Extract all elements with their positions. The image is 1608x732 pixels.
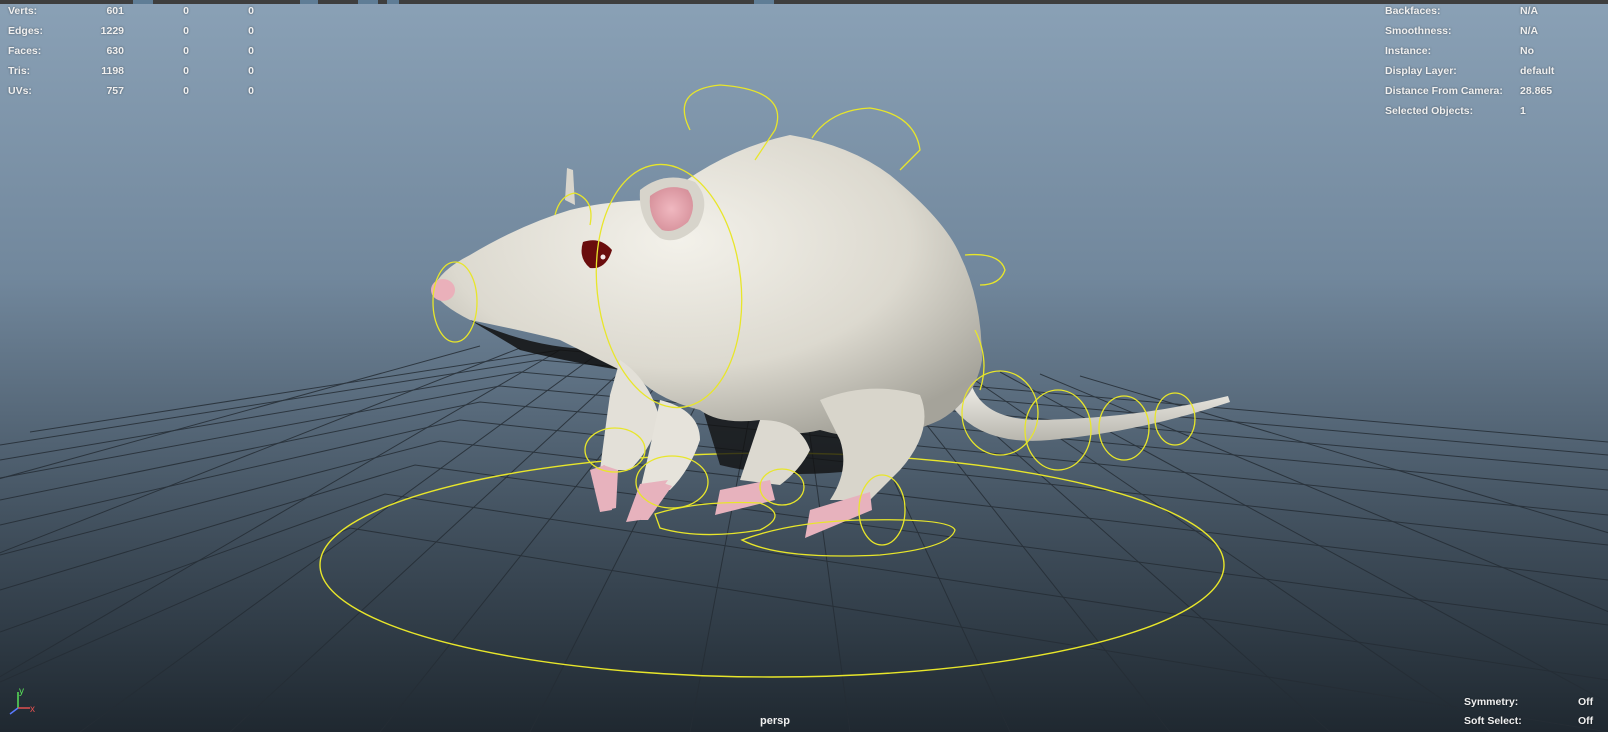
- hud-edges-selected: 0: [183, 25, 189, 37]
- hud-uvs-selected: 0: [183, 85, 189, 97]
- hud-instance-label: Instance:: [1385, 45, 1432, 57]
- hud-display-layer-value: default: [1520, 65, 1555, 77]
- hud-display-layer-label: Display Layer:: [1385, 65, 1457, 77]
- symmetry-label: Symmetry:: [1464, 696, 1519, 708]
- hud-smoothness-label: Smoothness:: [1385, 25, 1452, 37]
- axis-gizmo: y x: [9, 686, 35, 715]
- 3d-scene[interactable]: [0, 0, 1608, 732]
- hud-tris-selected: 0: [183, 65, 189, 77]
- hud-backfaces-label: Backfaces:: [1385, 5, 1441, 17]
- hud-tris-label: Tris:: [8, 65, 31, 77]
- hud-faces-selected: 0: [183, 45, 189, 57]
- viewport-persp[interactable]: Verts: 601 0 0 Edges: 1229 0 0 Faces: 63…: [0, 0, 1608, 732]
- hud-faces-uv: 0: [248, 45, 254, 57]
- hud-selected-objects-value: 1: [1520, 105, 1526, 117]
- hud-edges-value: 1229: [100, 25, 124, 37]
- hud-verts-label: Verts:: [8, 5, 38, 17]
- hud-verts-uv: 0: [248, 5, 254, 17]
- hud-edges-label: Edges:: [8, 25, 44, 37]
- hud-edges-uv: 0: [248, 25, 254, 37]
- axis-y-label: y: [19, 686, 24, 697]
- hud-instance-value: No: [1520, 45, 1534, 57]
- soft-select-label: Soft Select:: [1464, 715, 1522, 727]
- hud-tris-value: 1198: [101, 65, 124, 77]
- hud-uvs-label: UVs:: [8, 85, 32, 97]
- axis-x-label: x: [30, 704, 35, 715]
- hud-backfaces-value: N/A: [1520, 5, 1539, 17]
- hud-smoothness-value: N/A: [1520, 25, 1539, 37]
- camera-name-label: persp: [760, 715, 790, 727]
- root-control-curve: [319, 452, 1225, 678]
- hud-faces-value: 630: [106, 45, 124, 57]
- rat-tail: [955, 380, 1230, 441]
- hud-distance-value: 28.865: [1520, 85, 1553, 97]
- hud-selected-objects-label: Selected Objects:: [1385, 105, 1474, 117]
- soft-select-value: Off: [1578, 715, 1594, 727]
- hud-verts-selected: 0: [183, 5, 189, 17]
- hud-faces-label: Faces:: [8, 45, 42, 57]
- hud-verts-value: 601: [106, 5, 124, 17]
- hud-uvs-value: 757: [106, 85, 124, 97]
- hud-tris-uv: 0: [248, 65, 254, 77]
- hud-uvs-uv: 0: [248, 85, 254, 97]
- symmetry-value: Off: [1578, 696, 1594, 708]
- hud-distance-label: Distance From Camera:: [1385, 85, 1503, 97]
